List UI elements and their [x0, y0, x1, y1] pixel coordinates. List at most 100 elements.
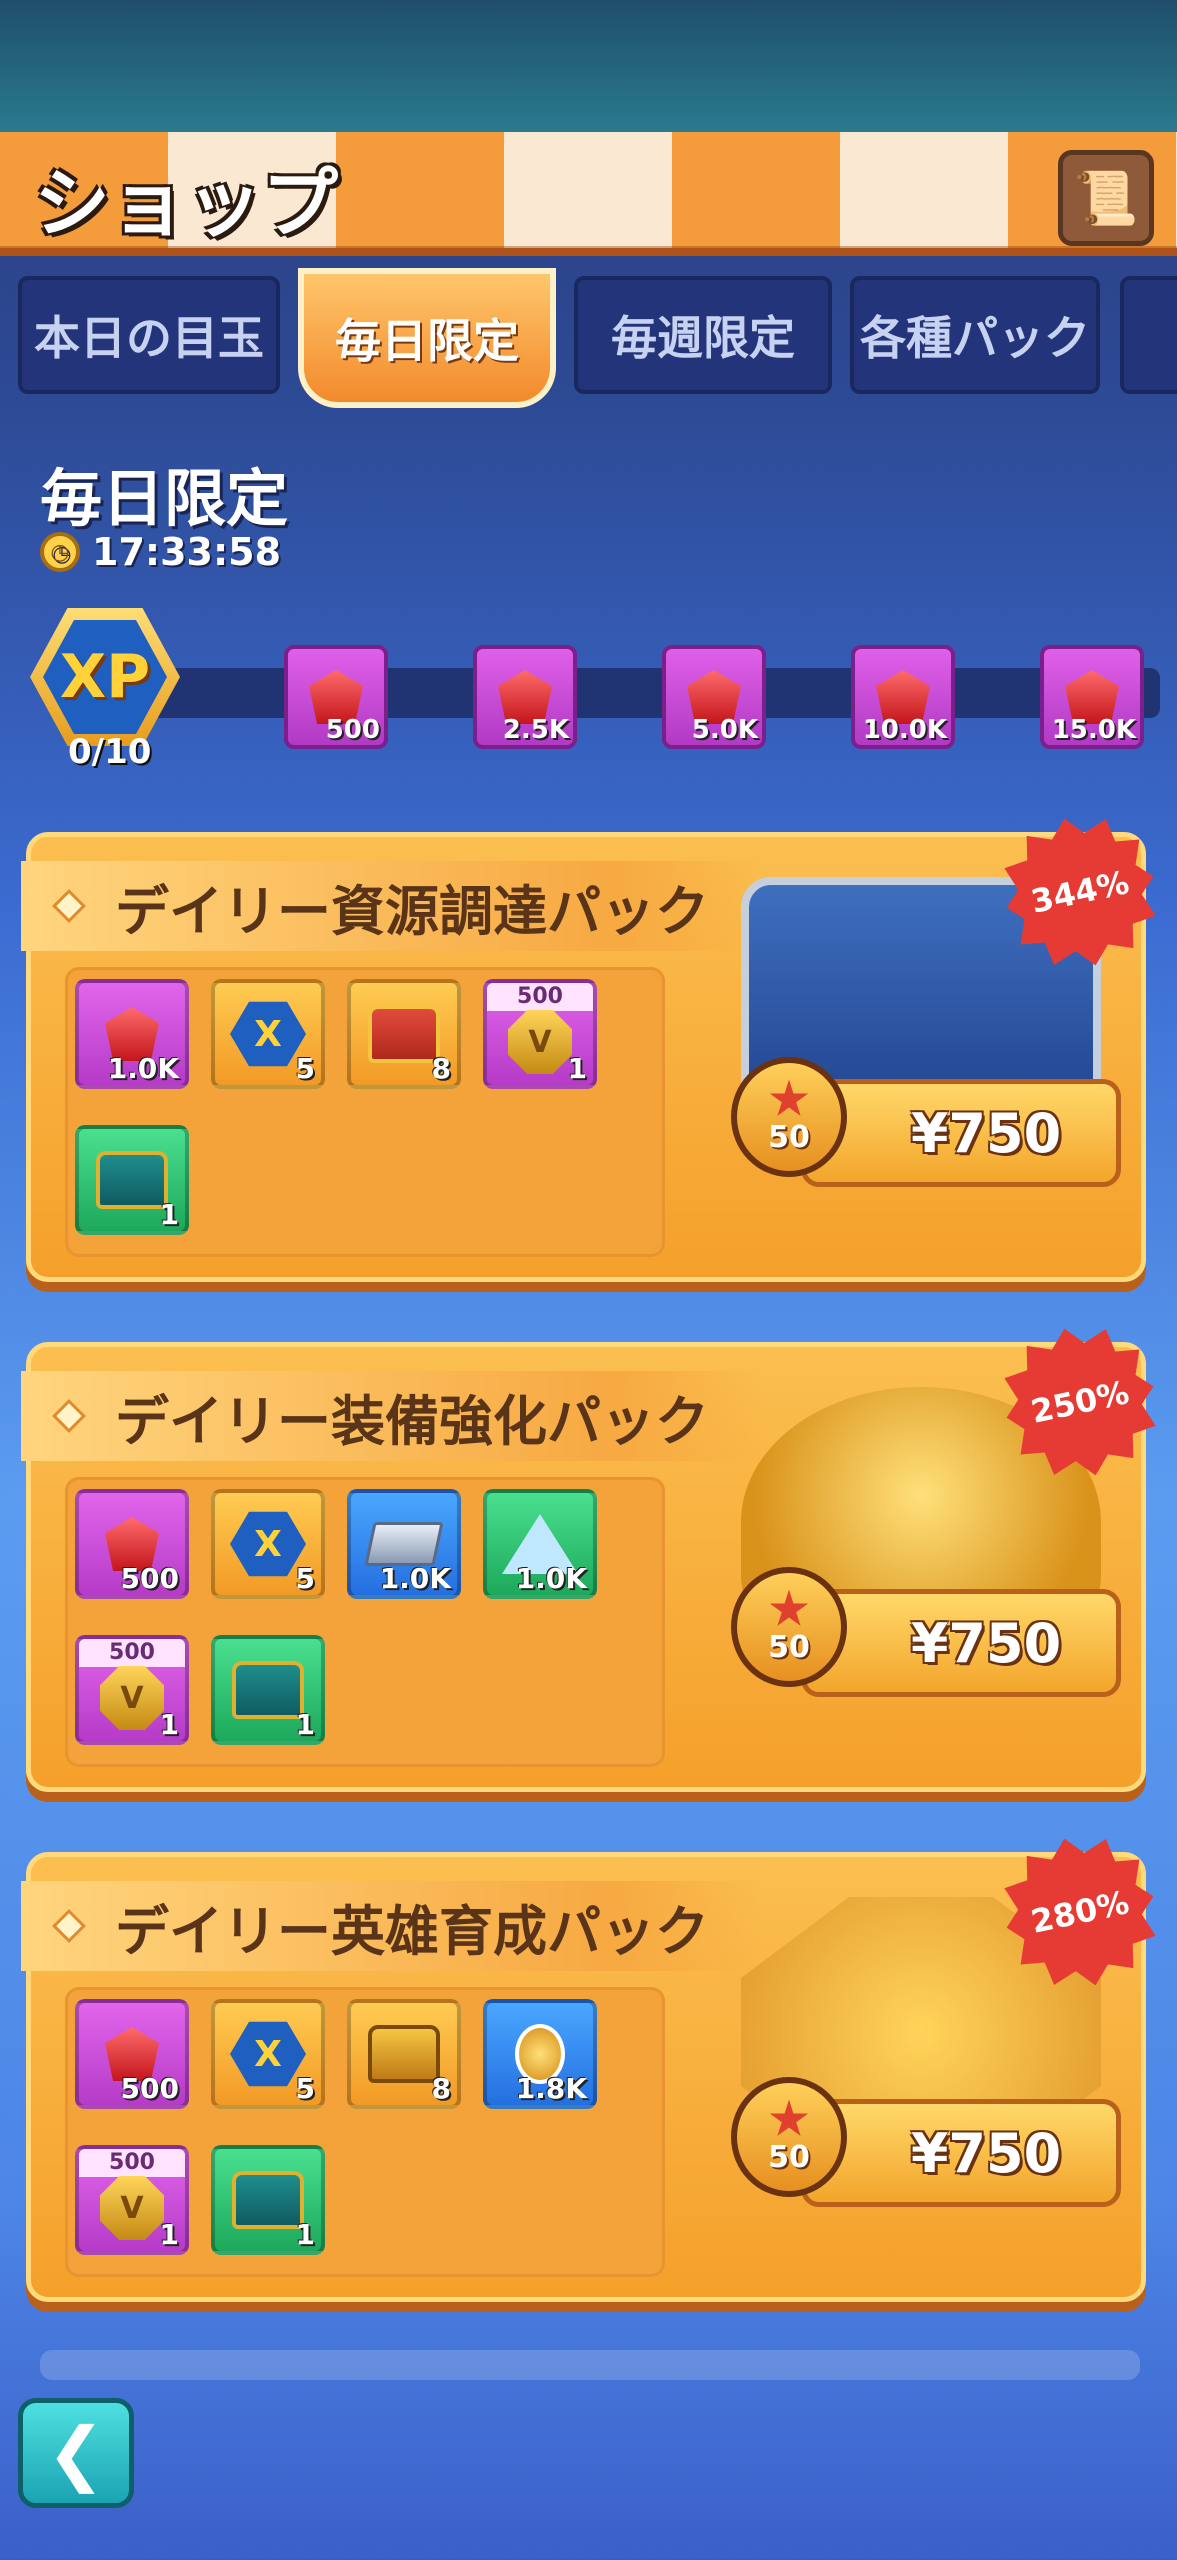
points-value: 50: [768, 1629, 810, 1665]
item-chest[interactable]: 8: [347, 979, 461, 1089]
teal-chest-icon: [232, 2171, 304, 2229]
pack-items: 1.0K X5 8 500 V 1 1: [65, 967, 665, 1257]
item-medal[interactable]: 500 V 1: [483, 979, 597, 1089]
status-bar: [0, 0, 1177, 132]
milestone-reward[interactable]: 500: [284, 645, 388, 749]
item-qty: 1: [567, 1052, 587, 1085]
pack-title: デイリー英雄育成パック: [115, 1899, 709, 1963]
tab-packs[interactable]: 各種パック: [850, 276, 1100, 394]
red-chest-icon: [368, 1005, 440, 1063]
buy-button[interactable]: ¥750: [801, 1079, 1121, 1187]
item-chest[interactable]: 1: [75, 1125, 189, 1235]
pack-title: デイリー資源調達パック: [115, 879, 709, 943]
medal-icon: V: [100, 1666, 164, 1730]
item-xp[interactable]: X5: [211, 1999, 325, 2109]
pack-header: デイリー英雄育成パック: [21, 1881, 761, 1971]
item-gems[interactable]: 500: [75, 1489, 189, 1599]
xp-badge-text: XP: [43, 619, 167, 735]
iron-ingot-icon: [364, 1522, 444, 1566]
milestone-label: 10.0K: [862, 715, 947, 745]
milestone-reward[interactable]: 5.0K: [662, 645, 766, 749]
diamond-icon: [52, 889, 86, 923]
teal-chest-icon: [232, 1661, 304, 1719]
item-xp[interactable]: X5: [211, 1489, 325, 1599]
milestone-label: 5.0K: [691, 715, 758, 745]
star-icon: [769, 2099, 809, 2136]
gold-chest-icon: [368, 2025, 440, 2083]
item-qty: 8: [431, 2072, 451, 2105]
milestone-label: 15.0K: [1051, 715, 1136, 745]
tab-weekly[interactable]: 毎週限定: [574, 276, 832, 394]
item-xp[interactable]: X5: [211, 979, 325, 1089]
points-value: 50: [768, 2139, 810, 2175]
buy-button[interactable]: ¥750: [801, 2099, 1121, 2207]
medal-icon: V: [100, 2176, 164, 2240]
scroll-icon[interactable]: 📜: [1058, 150, 1154, 246]
pack-items: 500 X5 1.0K 1.0K 500 V 1 1: [65, 1477, 665, 1767]
item-qty: 5: [295, 1562, 315, 1595]
pack-items: 500 X5 8 1.8K 500 V 1 1: [65, 1987, 665, 2277]
item-qty: 1: [295, 2218, 315, 2251]
item-iron[interactable]: 1.0K: [347, 1489, 461, 1599]
milestone-reward[interactable]: 2.5K: [473, 645, 577, 749]
item-top-label: 500: [79, 2149, 185, 2177]
star-icon: [769, 1589, 809, 1626]
pack-card-hero: デイリー英雄育成パック 500 X5 8 1.8K 500 V 1 1 ¥750 5…: [21, 1852, 1146, 2302]
points-value: 50: [768, 1119, 810, 1155]
tab-more[interactable]: [1120, 276, 1177, 394]
buy-button[interactable]: ¥750: [801, 1589, 1121, 1697]
milestone-reward[interactable]: 15.0K: [1040, 645, 1144, 749]
item-qty: 8: [431, 1052, 451, 1085]
progress-track: [120, 668, 1160, 718]
progress-count: 0/10: [68, 732, 152, 772]
points-badge: 50: [731, 1057, 847, 1177]
item-qty: 1.0K: [515, 1562, 587, 1595]
section-title: 毎日限定: [40, 462, 289, 535]
item-top-label: 500: [487, 983, 593, 1011]
item-qty: 1.0K: [379, 1562, 451, 1595]
milestone-label: 2.5K: [502, 715, 569, 745]
item-medal[interactable]: 500 V 1: [75, 1635, 189, 1745]
xp-icon: XP: [30, 608, 180, 746]
item-qty: 1: [159, 1708, 179, 1741]
item-chest[interactable]: 1: [211, 1635, 325, 1745]
pack-header: デイリー装備強化パック: [21, 1371, 761, 1461]
next-section-hint: [40, 2350, 1140, 2380]
tab-daily[interactable]: 毎日限定: [298, 268, 556, 408]
back-arrow-icon[interactable]: ❮: [18, 2398, 134, 2508]
points-badge: 50: [731, 1567, 847, 1687]
milestone-label: 500: [325, 715, 380, 745]
item-qty: 1.8K: [515, 2072, 587, 2105]
points-badge: 50: [731, 2077, 847, 2197]
item-top-label: 500: [79, 1639, 185, 1667]
item-gems[interactable]: 1.0K: [75, 979, 189, 1089]
page-title: ショップ: [34, 159, 338, 248]
milestone-reward[interactable]: 10.0K: [851, 645, 955, 749]
pack-card-resources: デイリー資源調達パック 1.0K X5 8 500 V 1 1 ¥750 50 34…: [21, 832, 1146, 1282]
star-icon: [769, 1079, 809, 1116]
timer-value: 17:33:58: [92, 530, 282, 574]
item-qty: 500: [120, 2072, 179, 2105]
tab-featured[interactable]: 本日の目玉: [18, 276, 280, 394]
item-qty: 500: [120, 1562, 179, 1595]
item-qty: 1: [159, 1198, 179, 1231]
pack-card-equipment: デイリー装備強化パック 500 X5 1.0K 1.0K 500 V 1 1 ¥75…: [21, 1342, 1146, 1792]
item-chest[interactable]: 1: [211, 2145, 325, 2255]
item-qty: 5: [295, 1052, 315, 1085]
item-qty: 1: [295, 1708, 315, 1741]
item-crystal[interactable]: 1.0K: [483, 1489, 597, 1599]
item-medal[interactable]: 500 V 1: [75, 2145, 189, 2255]
item-gems[interactable]: 500: [75, 1999, 189, 2109]
item-hero-medal[interactable]: 1.8K: [483, 1999, 597, 2109]
item-qty: 1: [159, 2218, 179, 2251]
diamond-icon: [52, 1399, 86, 1433]
tab-bar: 本日の目玉 毎日限定 毎週限定 各種パック: [0, 268, 1177, 413]
item-qty: 1.0K: [107, 1052, 179, 1085]
diamond-icon: [52, 1909, 86, 1943]
medal-icon: V: [508, 1010, 572, 1074]
pack-title: デイリー装備強化パック: [115, 1389, 709, 1453]
countdown-timer: ◷ 17:33:58: [40, 530, 281, 574]
pack-header: デイリー資源調達パック: [21, 861, 761, 951]
xp-progress-badge: XP 0/10: [30, 602, 190, 772]
item-chest[interactable]: 8: [347, 1999, 461, 2109]
